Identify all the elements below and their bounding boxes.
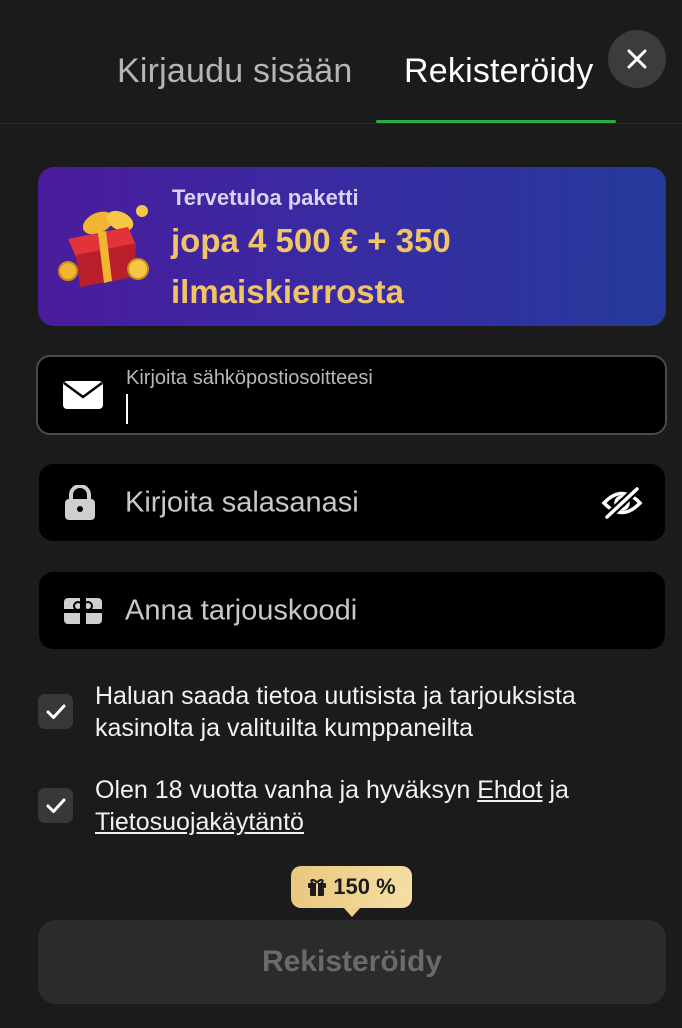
checkmark-icon — [46, 704, 65, 719]
password-placeholder: Kirjoita salasanasi — [125, 486, 359, 518]
banner-title: Tervetuloa paketti — [172, 185, 359, 210]
eye-off-icon[interactable] — [601, 485, 643, 520]
promo-code-field[interactable]: Anna tarjouskoodi — [39, 572, 665, 649]
gift-card-icon — [64, 597, 102, 624]
lock-icon — [65, 484, 95, 520]
banner-offer: jopa 4 500 € + 350 ilmaiskierrosta — [171, 222, 451, 310]
password-field[interactable]: Kirjoita salasanasi — [39, 464, 665, 541]
close-button[interactable] — [608, 30, 666, 88]
gift-icon — [308, 878, 327, 896]
marketing-consent-text: Haluan saada tietoa uutisista ja tarjouk… — [95, 682, 576, 742]
envelope-icon — [63, 381, 103, 409]
promo-code-placeholder: Anna tarjouskoodi — [125, 594, 358, 626]
bonus-badge-value: 150 % — [333, 874, 396, 899]
text-cursor — [126, 394, 128, 424]
active-tab-indicator — [376, 120, 616, 123]
registration-modal: Kirjaudu sisään Rekisteröidy Tervetuloa … — [0, 0, 682, 1028]
gift-box-icon — [58, 205, 149, 287]
marketing-consent-checkbox[interactable] — [38, 694, 73, 729]
auth-tabs: Kirjaudu sisään Rekisteröidy — [0, 0, 682, 124]
close-icon — [627, 49, 647, 69]
terms-link[interactable]: Ehdot — [477, 776, 542, 804]
checkmark-icon — [46, 798, 65, 813]
welcome-bonus-banner: Tervetuloa paketti jopa 4 500 € + 350 il… — [38, 167, 666, 326]
tab-register[interactable]: Rekisteröidy — [404, 52, 593, 91]
terms-consent-prefix: Olen 18 vuotta vanha ja hyväksyn — [95, 776, 471, 804]
terms-consent-text: Olen 18 vuotta vanha ja hyväksyn Ehdot j… — [95, 774, 655, 838]
privacy-policy-link[interactable]: Tietosuojakäytäntö — [95, 808, 304, 836]
register-button[interactable]: Rekisteröidy — [38, 920, 666, 1004]
email-field-label: Kirjoita sähköpostiosoitteesi — [126, 367, 373, 389]
email-field[interactable]: Kirjoita sähköpostiosoitteesi — [36, 355, 667, 435]
terms-consent-checkbox[interactable] — [38, 788, 73, 823]
bonus-badge: 150 % — [291, 866, 412, 917]
terms-consent-and: ja — [549, 776, 569, 804]
tab-login[interactable]: Kirjaudu sisään — [117, 52, 352, 91]
